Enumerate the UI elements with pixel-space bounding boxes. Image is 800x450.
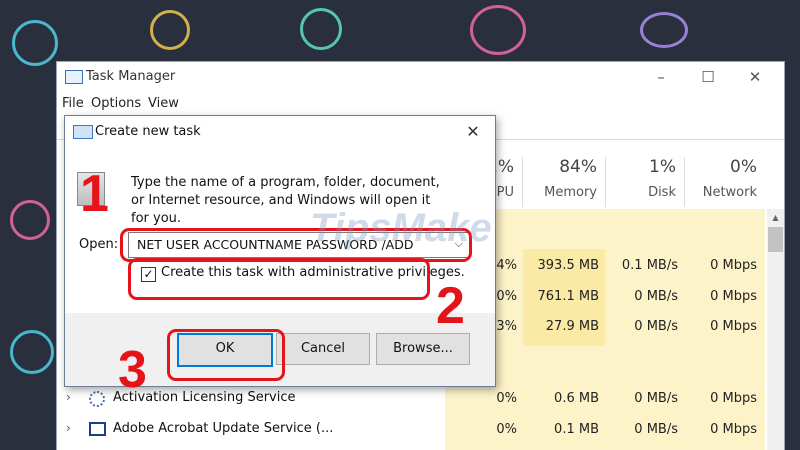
row-disk: 0 MB/s — [634, 319, 678, 334]
open-label: Open: — [79, 237, 119, 252]
maximize-button[interactable]: ☐ — [685, 65, 731, 89]
row-memory: 27.9 MB — [545, 319, 599, 334]
row-disk: 0 MB/s — [634, 422, 678, 437]
row-network: 0 Mbps — [710, 391, 757, 406]
wallpaper-doodle — [10, 330, 54, 374]
row-network: 0 Mbps — [710, 258, 757, 273]
memory-label: Memory — [544, 185, 597, 200]
menu-options[interactable]: Options — [91, 96, 141, 111]
service-icon — [89, 391, 105, 407]
row-disk: 0 MB/s — [634, 289, 678, 304]
minimize-button[interactable]: – — [638, 65, 684, 89]
dialog-title: Create new task — [95, 124, 201, 139]
row-cpu: 0% — [496, 391, 517, 406]
column-header-disk[interactable]: 1% Disk — [606, 157, 684, 207]
browse-button[interactable]: Browse... — [376, 333, 470, 365]
wallpaper-doodle — [300, 8, 342, 50]
dialog-close-button[interactable]: ✕ — [457, 120, 489, 144]
process-row-activation[interactable]: › Activation Licensing Service — [57, 384, 445, 414]
row-memory: 761.1 MB — [537, 289, 599, 304]
app-window-icon — [89, 422, 106, 436]
step-number-3: 3 — [118, 341, 147, 399]
menu-file[interactable]: File — [62, 96, 84, 111]
disk-label: Disk — [648, 185, 676, 200]
close-button[interactable]: ✕ — [732, 65, 778, 89]
disk-total: 1% — [649, 157, 676, 177]
watermark: TipsMake — [310, 206, 492, 250]
column-header-memory[interactable]: 84% Memory — [523, 157, 605, 207]
network-label: Network — [702, 185, 757, 200]
menu-view[interactable]: View — [148, 96, 179, 111]
dialog-titlebar: Create new task ✕ — [65, 116, 495, 148]
wallpaper-doodle — [640, 12, 688, 48]
highlight-ok-button — [167, 329, 285, 381]
cancel-button[interactable]: Cancel — [276, 333, 370, 365]
wallpaper-doodle — [150, 10, 190, 50]
run-dialog-icon — [73, 125, 93, 139]
row-cpu: 0% — [496, 422, 517, 437]
row-network: 0 Mbps — [710, 319, 757, 334]
row-disk: 0 MB/s — [634, 391, 678, 406]
process-name: Adobe Acrobat Update Service (... — [113, 421, 334, 436]
wallpaper-doodle — [10, 200, 50, 240]
row-disk: 0.1 MB/s — [621, 258, 678, 273]
step-number-2: 2 — [436, 277, 465, 335]
row-memory: 0.6 MB — [554, 391, 599, 406]
task-manager-title: Task Manager — [86, 69, 176, 84]
process-row-adobe[interactable]: › Adobe Acrobat Update Service (... — [57, 415, 445, 445]
expand-chevron-icon[interactable]: › — [66, 390, 71, 404]
memory-total: 84% — [559, 157, 597, 177]
column-header-network[interactable]: 0% Network — [685, 157, 765, 207]
row-memory: 0.1 MB — [554, 422, 599, 437]
network-total: 0% — [730, 157, 757, 177]
row-network: 0 Mbps — [710, 422, 757, 437]
expand-chevron-icon[interactable]: › — [66, 421, 71, 435]
scroll-up-icon[interactable]: ▲ — [768, 211, 783, 225]
highlight-admin-checkbox — [128, 258, 430, 300]
scrollbar-thumb[interactable] — [768, 227, 783, 252]
wallpaper-doodle — [470, 5, 526, 55]
task-manager-titlebar: Task Manager – ☐ ✕ — [57, 62, 784, 92]
wallpaper-doodle — [12, 20, 58, 66]
task-manager-icon — [65, 70, 83, 84]
row-memory: 393.5 MB — [537, 258, 599, 273]
row-network: 0 Mbps — [710, 289, 757, 304]
step-number-1: 1 — [80, 165, 109, 223]
